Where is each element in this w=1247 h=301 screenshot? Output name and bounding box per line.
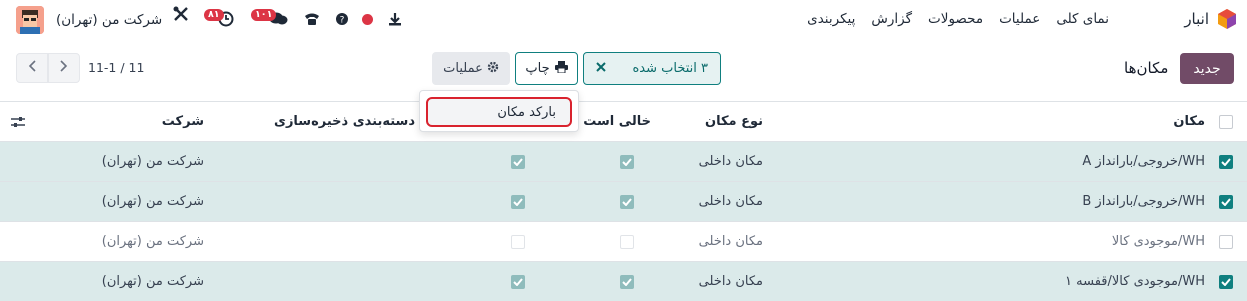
app-name: انبار xyxy=(1184,10,1209,28)
header-location[interactable]: مکان xyxy=(1173,102,1205,141)
table-row[interactable]: WH/خروجی/بارانداز B مکان داخلی شرکت من (… xyxy=(0,182,1247,222)
location-company: شرکت من (تهران) xyxy=(101,234,204,249)
selection-badge[interactable]: ۳ انتخاب شده xyxy=(583,52,721,85)
location-company: شرکت من (تهران) xyxy=(101,274,204,289)
phone-icon[interactable] xyxy=(303,11,321,27)
actions-label: عملیات xyxy=(443,61,483,76)
locations-table: مکان نوع مکان خالی است دسته‌بندی ذخیره‌س… xyxy=(0,101,1247,301)
company-switcher[interactable]: شرکت من (تهران) xyxy=(56,12,162,28)
selection-count: ۳ انتخاب شده xyxy=(632,61,708,76)
print-button[interactable]: چاپ xyxy=(515,52,578,85)
activity-badge: ۸۱ xyxy=(204,9,224,21)
messages-badge: ۱۰۱ xyxy=(251,9,277,21)
pager-value[interactable]: 11-1 / 11 xyxy=(88,60,144,75)
pager-next-button[interactable] xyxy=(48,53,80,83)
actions-dropdown: بارکد مکان xyxy=(419,90,579,132)
print-icon xyxy=(554,60,568,77)
gear-icon xyxy=(487,61,499,77)
location-name: WH/خروجی/بارانداز A xyxy=(1082,154,1205,169)
chevron-left-icon xyxy=(28,60,36,76)
new-button[interactable]: جدید xyxy=(1180,53,1234,84)
menu-overview[interactable]: نمای کلی xyxy=(1048,11,1117,27)
inventory-app-icon xyxy=(1218,9,1236,29)
location-name: WH/موجودی کالا xyxy=(1111,234,1205,249)
row-checkbox[interactable] xyxy=(1218,182,1234,221)
storage-checkbox xyxy=(503,222,533,261)
location-company: شرکت من (تهران) xyxy=(101,194,204,209)
user-avatar[interactable] xyxy=(16,6,44,34)
systray: شرکت من (تهران) xyxy=(16,6,162,34)
select-all-checkbox[interactable] xyxy=(1218,102,1234,141)
location-type: مکان داخلی xyxy=(698,234,763,249)
svg-text:?: ? xyxy=(340,16,345,26)
status-dot-icon[interactable] xyxy=(362,14,373,25)
location-type: مکان داخلی xyxy=(698,154,763,169)
print-label: چاپ xyxy=(525,61,550,76)
header-location-type[interactable]: نوع مکان xyxy=(705,102,763,141)
main-menu: نمای کلی عملیات محصولات گزارش پیکربندی xyxy=(799,11,1117,27)
location-company: شرکت من (تهران) xyxy=(101,154,204,169)
location-barcode-menu-item[interactable]: بارکد مکان xyxy=(426,97,572,127)
debug-tools-icon[interactable] xyxy=(172,5,190,23)
pager-previous-button[interactable] xyxy=(16,53,48,83)
clear-selection-icon[interactable] xyxy=(596,61,606,76)
download-icon[interactable] xyxy=(388,12,402,26)
help-icon[interactable]: ? xyxy=(336,13,348,25)
row-checkbox[interactable] xyxy=(1218,262,1234,301)
is-empty-checkbox xyxy=(612,262,642,301)
optional-columns-icon[interactable] xyxy=(8,102,28,141)
storage-checkbox xyxy=(503,142,533,181)
is-empty-checkbox xyxy=(612,142,642,181)
menu-operations[interactable]: عملیات xyxy=(991,11,1048,27)
location-type: مکان داخلی xyxy=(698,274,763,289)
header-is-empty[interactable]: خالی است xyxy=(583,102,651,141)
location-name: WH/خروجی/بارانداز B xyxy=(1082,194,1205,209)
is-empty-checkbox xyxy=(612,222,642,261)
actions-button[interactable]: عملیات xyxy=(432,52,510,85)
app-brand[interactable]: انبار xyxy=(1184,8,1237,30)
row-checkbox[interactable] xyxy=(1218,142,1234,181)
table-row[interactable]: WH/موجودی کالا مکان داخلی شرکت من (تهران… xyxy=(0,222,1247,262)
avatar-icon xyxy=(16,6,44,34)
location-name: WH/موجودی کالا/قفسه ۱ xyxy=(1065,274,1205,289)
table-row[interactable]: WH/موجودی کالا/قفسه ۱ مکان داخلی شرکت من… xyxy=(0,262,1247,301)
row-checkbox[interactable] xyxy=(1218,222,1234,261)
storage-checkbox xyxy=(503,182,533,221)
storage-checkbox xyxy=(503,262,533,301)
location-type: مکان داخلی xyxy=(698,194,763,209)
header-company[interactable]: شرکت xyxy=(162,102,204,141)
menu-reporting[interactable]: گزارش xyxy=(863,11,920,27)
menu-configuration[interactable]: پیکربندی xyxy=(799,11,863,27)
breadcrumb: مکان‌ها xyxy=(1124,59,1169,77)
table-row[interactable]: WH/خروجی/بارانداز A مکان داخلی شرکت من (… xyxy=(0,142,1247,182)
chevron-right-icon xyxy=(60,60,68,76)
top-navbar: انبار نمای کلی عملیات محصولات گزارش پیکر… xyxy=(0,0,1247,40)
header-storage-category[interactable]: دسته‌بندی ذخیره‌سازی xyxy=(274,102,415,141)
is-empty-checkbox xyxy=(612,182,642,221)
table-header: مکان نوع مکان خالی است دسته‌بندی ذخیره‌س… xyxy=(0,101,1247,142)
menu-products[interactable]: محصولات xyxy=(920,11,991,27)
